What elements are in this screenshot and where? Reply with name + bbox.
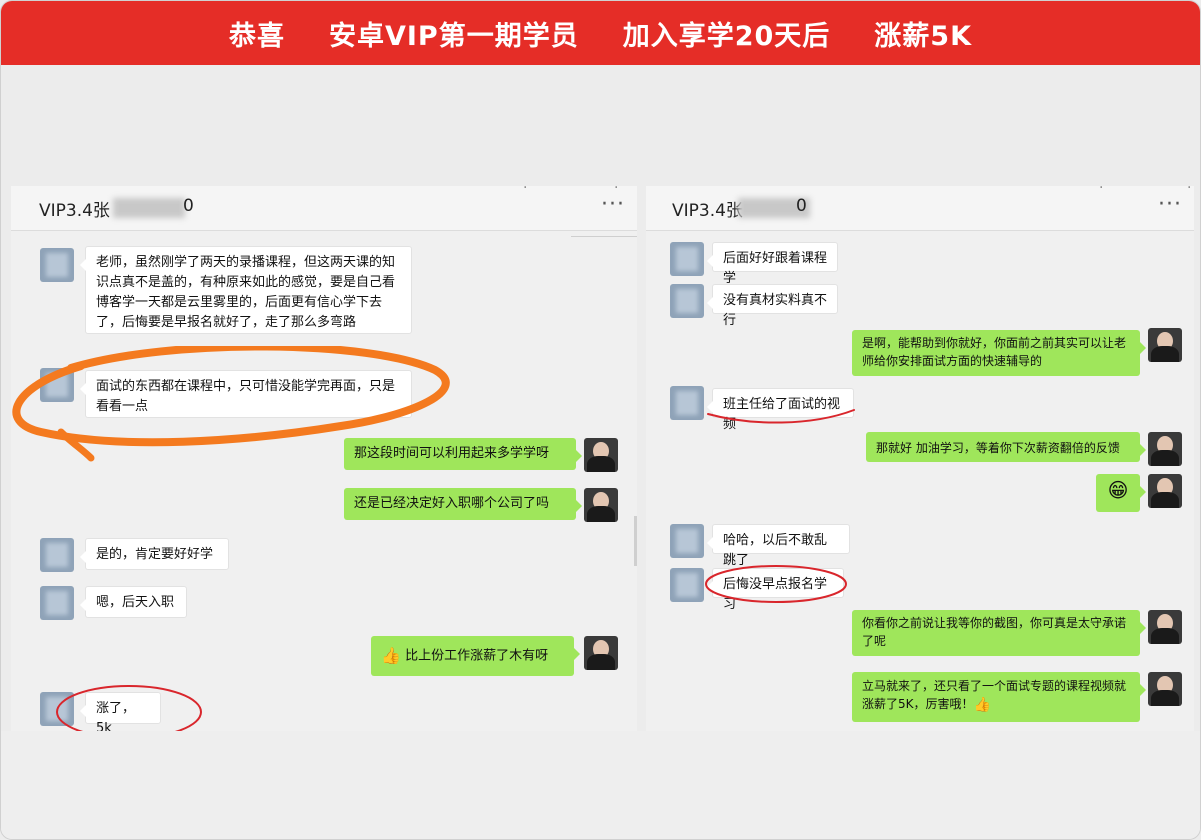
avatar-student	[670, 242, 704, 276]
message-bubble: 没有真材实料真不行	[707, 284, 838, 328]
avatar-student	[40, 586, 74, 620]
message-bubble: 你看你之前说让我等你的截图，你可真是太守承诺了呢	[852, 610, 1146, 656]
red-highlight-mark	[705, 565, 847, 603]
grin-emoji-icon: 😁	[1107, 478, 1129, 502]
chat-title-tail: 0	[796, 196, 807, 216]
avatar-student	[670, 568, 704, 602]
avatar-teacher	[1148, 672, 1182, 706]
message-bubble: 😁	[1096, 474, 1146, 512]
banner-duration: 加入享学20天后	[622, 20, 831, 52]
message-bubble: 是的，肯定要好好学	[80, 538, 229, 570]
message-bubble: 嗯，后天入职	[80, 586, 187, 618]
chat-title-left: VIP3.4张	[39, 201, 110, 221]
avatar-teacher	[1148, 474, 1182, 508]
orange-highlight-mark	[12, 346, 450, 462]
banner-congrats: 恭喜	[228, 20, 285, 52]
avatar-teacher	[584, 438, 618, 472]
avatar-teacher	[1148, 610, 1182, 644]
chat-title-right: VIP3.4张	[672, 201, 743, 221]
headline-banner: 恭喜 安卓VIP第一期学员 加入享学20天后 涨薪5K	[1, 1, 1200, 65]
avatar-student	[670, 386, 704, 420]
divider	[571, 230, 637, 237]
chat-panel-right: · · VIP3.4张 0 ··· 后面好好跟着课程学 没有真材实料真不行 是啊…	[646, 186, 1194, 731]
header-dot-icon: ·	[523, 186, 528, 196]
chat-panel-left: · · VIP3.4张 0 ··· 老师，虽然刚学了两天的录播课程，但这两天课的…	[11, 186, 637, 731]
red-underline-mark	[707, 409, 855, 424]
avatar-student	[670, 524, 704, 558]
more-options-icon[interactable]: ···	[1158, 192, 1182, 217]
message-bubble: 还是已经决定好入职哪个公司了吗	[344, 488, 582, 520]
message-bubble: 后面好好跟着课程学	[707, 242, 838, 286]
message-bubble: 是啊，能帮助到你就好，你面前之前其实可以让老师给你安排面试方面的快速辅导的	[852, 330, 1146, 376]
bottom-blank-area	[1, 731, 1200, 839]
avatar-student	[40, 248, 74, 282]
chat-header-right: · · VIP3.4张 0 ···	[646, 186, 1194, 231]
red-highlight-mark	[56, 685, 202, 731]
header-dot-icon: ·	[1099, 186, 1104, 196]
thumbs-up-icon: 👍	[381, 646, 401, 665]
message-bubble: 老师，虽然刚学了两天的录播课程，但这两天课的知识点真不是盖的，有种原来如此的感觉…	[80, 246, 412, 334]
blurred-name	[113, 198, 185, 218]
screenshot-frame: 恭喜 安卓VIP第一期学员 加入享学20天后 涨薪5K · · VIP3.4张 …	[0, 0, 1201, 840]
message-bubble: 那就好 加油学习，等着你下次薪资翻倍的反馈	[866, 432, 1146, 462]
header-dot-icon: ·	[1187, 186, 1192, 196]
thumbs-up-icon: 👍	[973, 696, 991, 713]
banner-result: 涨薪5K	[874, 20, 973, 52]
chat-title-tail: 0	[183, 196, 194, 216]
avatar-teacher	[584, 636, 618, 670]
message-bubble: 👍 比上份工作涨薪了木有呀	[371, 636, 580, 676]
scrollbar[interactable]	[634, 516, 637, 566]
avatar-teacher	[1148, 328, 1182, 362]
avatar-teacher	[584, 488, 618, 522]
avatar-teacher	[1148, 432, 1182, 466]
message-bubble: 哈哈，以后不敢乱跳了	[707, 524, 850, 568]
banner-student: 安卓VIP第一期学员	[328, 20, 579, 52]
chat-header-left: · · VIP3.4张 0 ···	[11, 186, 637, 231]
avatar-student	[670, 284, 704, 318]
more-options-icon[interactable]: ···	[601, 192, 625, 217]
message-bubble: 立马就来了，还只看了一个面试专题的课程视频就涨薪了5K，厉害哦！👍	[852, 672, 1146, 722]
avatar-student	[40, 538, 74, 572]
